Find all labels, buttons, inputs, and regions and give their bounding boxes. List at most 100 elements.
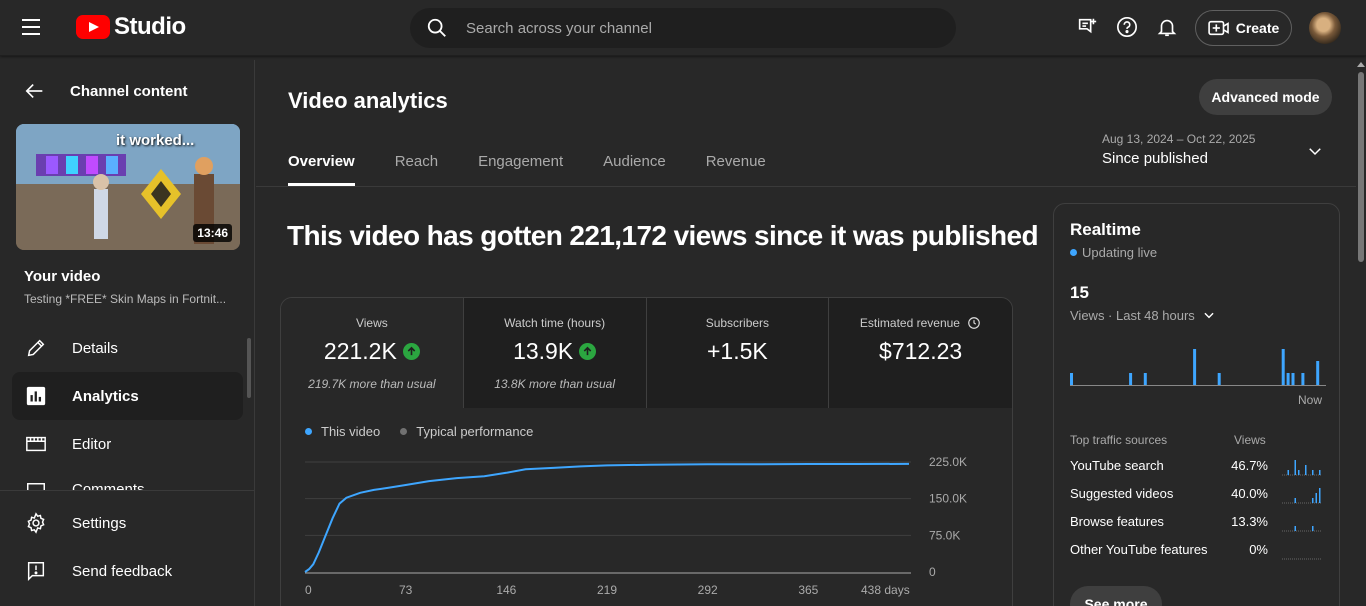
tab-reach[interactable]: Reach: [395, 148, 438, 186]
chevron-down-icon[interactable]: [1306, 142, 1324, 165]
sidebar-item-comments[interactable]: Comments: [12, 468, 243, 490]
metric-comparison: 219.7K more than usual: [308, 377, 436, 391]
arrow-up-icon: [402, 343, 420, 360]
advanced-mode-button[interactable]: Advanced mode: [1199, 79, 1332, 115]
sidebar-item-label: Editor: [72, 435, 112, 453]
sparkline-bar: [1319, 470, 1321, 475]
x-tick-label: 219: [597, 583, 617, 597]
sparkline-bar: [1312, 498, 1314, 503]
tab-overview[interactable]: Overview: [288, 148, 355, 186]
caption-icon[interactable]: [1074, 14, 1100, 40]
main-content: Video analytics Advanced mode Overview R…: [256, 60, 1356, 606]
sparkline-bar: [1312, 526, 1314, 531]
realtime-card: Realtime Updating live 15 Views · Last 4…: [1053, 203, 1340, 606]
x-tick-label: 73: [399, 583, 413, 597]
sidebar-item-details[interactable]: Details: [12, 324, 243, 372]
tab-engagement[interactable]: Engagement: [478, 148, 563, 186]
views-headline: This video has gotten 221,172 views sinc…: [287, 220, 1039, 251]
realtime-count: 15: [1070, 283, 1089, 302]
metric-value: $712.23: [879, 338, 963, 364]
date-period-label[interactable]: Since published: [1102, 150, 1208, 167]
sparkline-bar: [1312, 470, 1314, 475]
sidebar-item-settings[interactable]: Settings: [12, 499, 243, 547]
views-line-chart[interactable]: 0 75.0K 150.0K 225.0K 0 73 146 219 292 365 438 da…: [281, 408, 1012, 606]
menu-icon[interactable]: [22, 14, 54, 42]
top-bar: Studio Create: [0, 0, 1366, 56]
back-to-channel-content[interactable]: Channel content: [24, 80, 188, 102]
chevron-down-icon: [1204, 312, 1215, 319]
y-tick-label: 150.0K: [929, 492, 967, 506]
gear-icon: [24, 511, 48, 535]
date-range[interactable]: Aug 13, 2024 – Oct 22, 2025: [1102, 132, 1255, 146]
search-input[interactable]: [466, 19, 906, 37]
metric-subscribers[interactable]: Subscribers +1.5K: [646, 298, 830, 408]
create-label: Create: [1235, 20, 1280, 36]
notifications-icon[interactable]: [1154, 14, 1180, 40]
traffic-sparkline: [1282, 558, 1322, 560]
traffic-source-name: Browse features: [1070, 514, 1164, 529]
realtime-bar: [1217, 373, 1221, 385]
this-video-line: [304, 462, 910, 573]
see-more-button[interactable]: See more: [1070, 586, 1162, 606]
realtime-bar: [1193, 349, 1197, 385]
metric-views[interactable]: Views 221.2K 219.7K more than usual: [281, 298, 464, 408]
sidebar-item-send-feedback[interactable]: Send feedback: [12, 547, 243, 595]
clock-icon[interactable]: [967, 316, 981, 330]
sparkline-bar: [1294, 498, 1296, 503]
y-tick-label: 0: [929, 565, 936, 579]
realtime-bar: [1316, 361, 1320, 385]
realtime-period-dropdown[interactable]: Views · Last 48 hours: [1070, 308, 1216, 323]
film-icon: [24, 432, 48, 456]
sparkline-bar: [1305, 465, 1307, 475]
youtube-logo-icon: [76, 15, 110, 39]
video-thumbnail[interactable]: it worked... 13:46: [16, 124, 240, 250]
metric-label: Watch time (hours): [504, 316, 606, 330]
tab-audience[interactable]: Audience: [603, 148, 666, 186]
realtime-bar: [1301, 373, 1305, 385]
create-video-icon: [1207, 20, 1229, 36]
views-header: Views: [1234, 433, 1266, 447]
search-bar[interactable]: [410, 8, 956, 48]
arrow-up-icon: [579, 343, 597, 360]
studio-logo[interactable]: Studio: [76, 13, 186, 41]
tab-revenue[interactable]: Revenue: [706, 148, 766, 186]
scroll-up-icon[interactable]: [1357, 62, 1365, 67]
channel-content-label: Channel content: [70, 82, 188, 100]
y-tick-label: 225.0K: [929, 455, 967, 469]
sparkline-bar: [1319, 488, 1321, 503]
realtime-bar: [1286, 373, 1290, 385]
traffic-sources-header: Top traffic sources: [1070, 433, 1168, 447]
x-tick-label: 438 days: [861, 583, 910, 597]
analytics-tabs: Overview Reach Engagement Audience Reven…: [288, 148, 806, 186]
traffic-source-row[interactable]: Browse features 13.3%: [1070, 512, 1326, 532]
traffic-source-row[interactable]: Other YouTube features 0%: [1070, 540, 1326, 560]
analytics-icon: [24, 384, 48, 408]
sidebar-item-analytics[interactable]: Analytics: [12, 372, 243, 420]
traffic-source-row[interactable]: YouTube search 46.7%: [1070, 456, 1326, 476]
sidebar-scrollbar[interactable]: [247, 338, 251, 398]
sidebar-item-editor[interactable]: Editor: [12, 420, 243, 468]
metric-label: Views: [355, 316, 388, 330]
x-tick-label: 365: [798, 583, 818, 597]
main-scrollbar[interactable]: [1358, 72, 1364, 262]
sparkline-bar: [1298, 470, 1300, 475]
traffic-sparkline: [1282, 526, 1322, 532]
realtime-bar-chart[interactable]: [1070, 336, 1326, 386]
sparkline-bar: [1287, 470, 1289, 475]
arrow-back-icon: [25, 83, 43, 99]
metric-estimated-revenue[interactable]: Estimated revenue $712.23: [829, 298, 1012, 408]
traffic-source-row[interactable]: Suggested videos 40.0%: [1070, 484, 1326, 504]
overview-card: Views 221.2K 219.7K more than usual Watc…: [280, 297, 1013, 606]
metric-value: 221.2K: [323, 338, 397, 364]
tabs-divider: [256, 186, 1356, 187]
help-icon[interactable]: [1114, 14, 1140, 40]
search-icon: [427, 18, 446, 37]
realtime-bar: [1129, 373, 1133, 385]
create-button[interactable]: Create: [1195, 10, 1292, 46]
avatar[interactable]: [1309, 12, 1341, 44]
metric-value: 13.9K: [513, 338, 574, 364]
traffic-source-pct: 46.7%: [1231, 458, 1268, 473]
metric-label: Estimated revenue: [859, 316, 960, 330]
metric-watch-time[interactable]: Watch time (hours) 13.9K 13.8K more than…: [463, 298, 647, 408]
feedback-icon: [24, 559, 48, 583]
